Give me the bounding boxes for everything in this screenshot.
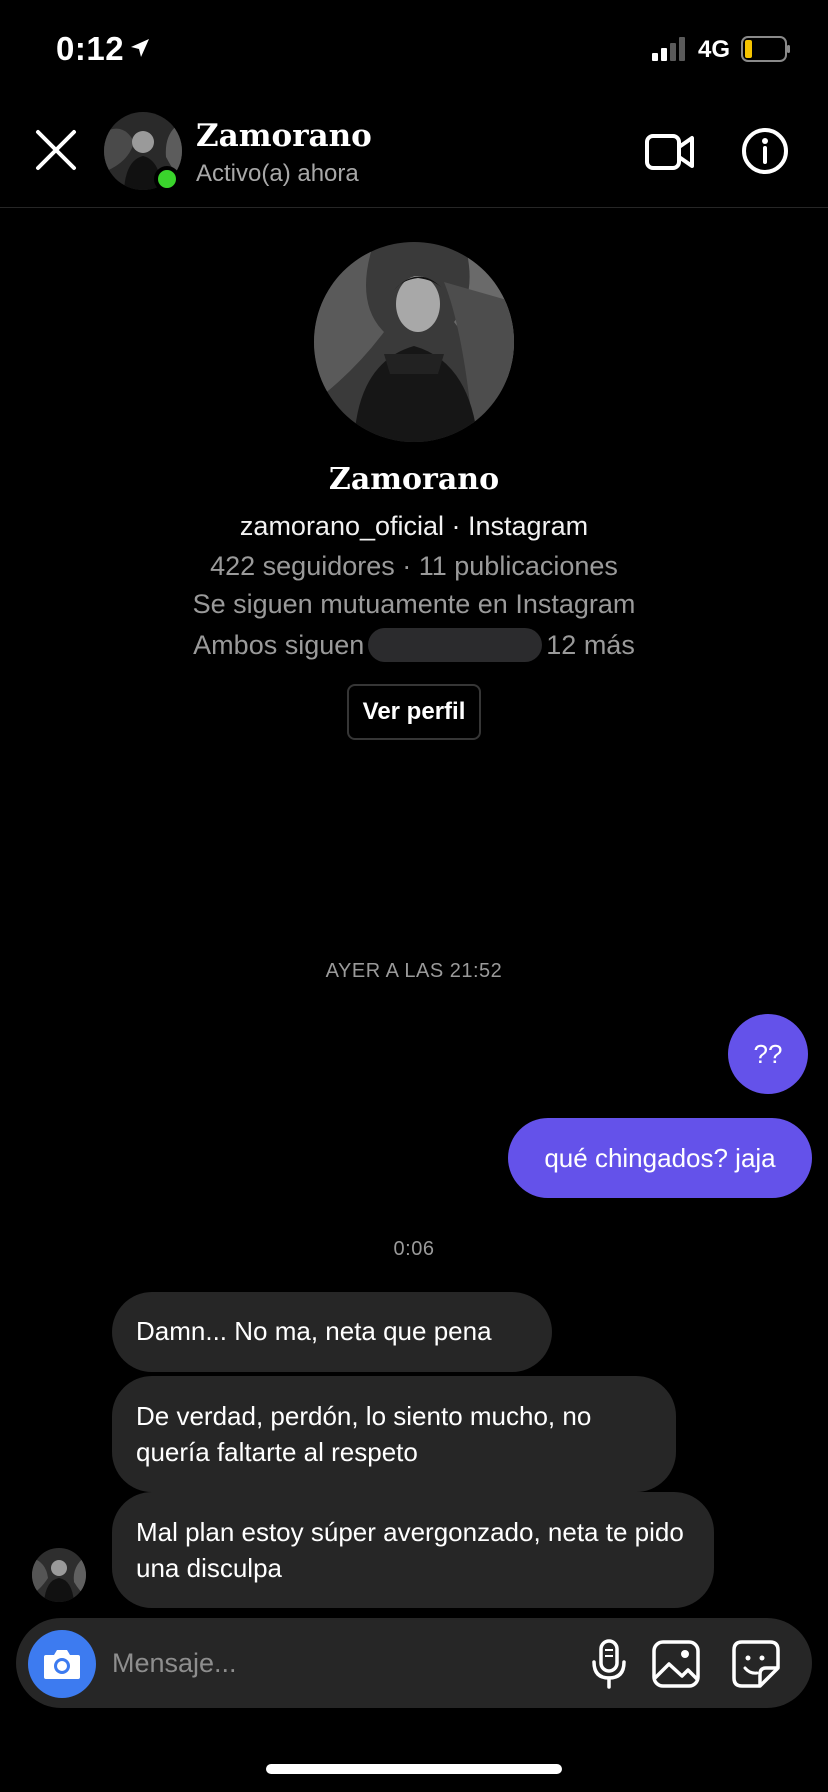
received-message-bubble[interactable]: De verdad, perdón, lo siento mucho, no q… [112,1376,676,1492]
mutual-follow-note: Se siguen mutuamente en Instagram [192,589,636,619]
microphone-icon[interactable] [584,1638,634,1690]
received-message-bubble[interactable]: Mal plan estoy súper avergonzado, neta t… [112,1492,714,1608]
sticker-icon[interactable] [730,1638,782,1690]
header-contact-name[interactable]: Zamorano [196,118,372,154]
home-indicator [266,1764,562,1774]
message-timestamp: AYER A LAS 21:52 [325,960,503,982]
received-message-bubble[interactable]: Damn... No ma, neta que pena [112,1292,552,1372]
location-arrow-icon [131,39,149,57]
sender-avatar[interactable] [32,1548,86,1602]
profile-handle: zamorano_oficial · Instagram [239,511,589,541]
sent-message-bubble[interactable]: ?? [728,1014,808,1094]
followed-by-suffix: 12 más [546,629,635,660]
gallery-icon[interactable] [650,1638,702,1690]
redacted-names [368,628,543,662]
message-input[interactable] [112,1640,492,1686]
profile-name: Zamorano [328,462,500,497]
message-composer [16,1618,812,1708]
status-time: 0:12 [56,30,125,67]
header-active-status: Activo(a) ahora [196,160,359,187]
battery-icon [741,36,790,62]
profile-stats: 422 seguidores · 11 publicaciones [210,551,618,581]
camera-button[interactable] [28,1630,96,1698]
signal-icon [652,37,685,61]
network-type: 4G [698,36,731,63]
video-camera-icon[interactable] [644,128,696,176]
message-timestamp: 0:06 [393,1238,435,1260]
sent-message-bubble[interactable]: qué chingados? jaja [508,1118,812,1198]
followed-by-row: Ambos siguen 12 más [0,628,828,662]
info-icon[interactable] [740,126,790,176]
close-icon[interactable] [30,124,82,176]
view-profile-button[interactable]: Ver perfil [346,684,482,740]
chat-header: Zamorano Activo(a) ahora [0,100,828,208]
followed-by-prefix: Ambos siguen [193,629,365,660]
status-bar: 0:12 4G [0,0,828,100]
online-status-dot [154,166,180,192]
camera-icon [44,1650,80,1679]
profile-avatar[interactable] [314,242,514,442]
profile-card: Zamorano zamorano_oficial · Instagram 42… [0,242,828,740]
